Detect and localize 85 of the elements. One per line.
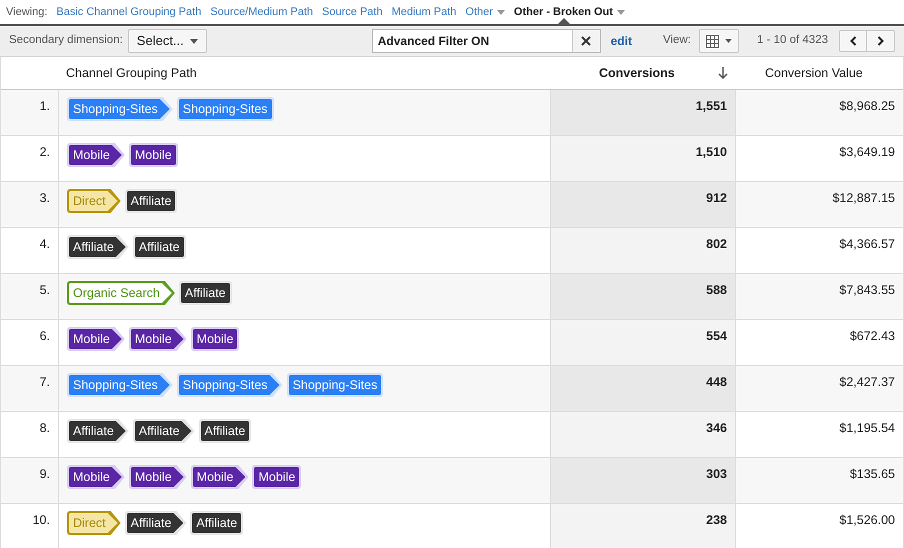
row-number: 8. bbox=[40, 421, 50, 435]
channel-tag: Mobile bbox=[67, 143, 125, 167]
view-type-dropdown[interactable] bbox=[698, 29, 740, 53]
channel-tag: Shopping-Sites bbox=[67, 373, 173, 397]
row-number: 3. bbox=[40, 191, 50, 205]
channel-tag: Mobile bbox=[190, 465, 248, 489]
table-cell: 802 bbox=[706, 237, 727, 251]
channel-tag: Shopping-Sites bbox=[67, 97, 173, 121]
column-header[interactable]: Channel Grouping Path bbox=[66, 64, 197, 82]
secondary-dimension-dropdown[interactable]: Select... bbox=[128, 29, 207, 53]
table-cell: $3,649.19 bbox=[839, 145, 895, 159]
view-tab[interactable]: Source/Medium Path bbox=[210, 0, 314, 24]
channel-tag: Direct bbox=[67, 189, 121, 213]
table-cell: $672.43 bbox=[850, 329, 895, 343]
secondary-dimension-label: Secondary dimension: bbox=[9, 33, 123, 48]
channel-tag: Mobile bbox=[67, 327, 125, 351]
table-cell: $4,366.57 bbox=[839, 237, 895, 251]
table-cell: 1,551 bbox=[696, 99, 727, 113]
previous-page-button[interactable] bbox=[839, 30, 867, 52]
channel-tag: Affiliate bbox=[132, 235, 186, 259]
table-cell: $12,887.15 bbox=[832, 191, 895, 205]
row-number: 10. bbox=[32, 513, 50, 527]
filter-field[interactable]: Advanced Filter ON bbox=[372, 29, 601, 53]
table-cell: 1,510 bbox=[696, 145, 727, 159]
channel-tag: Affiliate bbox=[198, 419, 252, 443]
column-header[interactable]: Conversion Value bbox=[765, 64, 863, 82]
channel-tag: Affiliate bbox=[132, 419, 195, 443]
next-page-button[interactable] bbox=[867, 30, 895, 52]
channel-tag: Organic Search bbox=[67, 281, 175, 305]
table-cell: 448 bbox=[706, 375, 727, 389]
row-number: 9. bbox=[40, 467, 50, 481]
row-number: 1. bbox=[40, 99, 50, 113]
view-tab[interactable]: Other - Broken Out bbox=[514, 0, 625, 24]
channel-tag: Affiliate bbox=[67, 419, 129, 443]
table-cell: 912 bbox=[706, 191, 727, 205]
table-cell: $2,427.37 bbox=[839, 375, 895, 389]
table-cell: 238 bbox=[706, 513, 727, 527]
channel-tag: Direct bbox=[67, 511, 121, 535]
view-tab[interactable]: Other bbox=[465, 0, 505, 24]
channel-tag: Mobile bbox=[128, 143, 178, 167]
caret-icon bbox=[724, 39, 732, 43]
column-header[interactable]: Conversions bbox=[599, 64, 675, 82]
row-number: 7. bbox=[40, 375, 50, 389]
channel-tag: Mobile bbox=[128, 327, 187, 351]
channel-tag: Shopping-Sites bbox=[176, 97, 274, 121]
table-cell: $8,968.25 bbox=[839, 99, 895, 113]
channel-tag: Mobile bbox=[252, 465, 302, 489]
row-number: 2. bbox=[40, 145, 50, 159]
view-tab[interactable]: Source Path bbox=[322, 0, 383, 24]
clear-filter-button[interactable] bbox=[572, 30, 600, 52]
row-number: 4. bbox=[40, 237, 50, 251]
caret-icon bbox=[616, 10, 625, 14]
page-range: 1 - 10 of 4323 bbox=[757, 33, 828, 48]
caret-icon bbox=[496, 10, 505, 14]
channel-tag: Affiliate bbox=[124, 511, 186, 535]
view-tab[interactable]: Basic Channel Grouping Path bbox=[56, 0, 202, 24]
channel-tag: Shopping-Sites bbox=[176, 373, 283, 397]
table-cell: $1,526.00 bbox=[839, 513, 895, 527]
channel-tag: Affiliate bbox=[124, 189, 178, 213]
channel-tag: Affiliate bbox=[190, 511, 244, 535]
channel-tag: Affiliate bbox=[178, 281, 232, 305]
table-cell: $1,195.54 bbox=[839, 421, 895, 435]
channel-tag: Mobile bbox=[67, 465, 125, 489]
view-label: View: bbox=[662, 33, 691, 48]
grid-icon bbox=[706, 34, 719, 48]
channel-tag: Shopping-Sites bbox=[286, 373, 384, 397]
caret-icon bbox=[190, 38, 198, 44]
viewing-label: Viewing: bbox=[6, 4, 48, 20]
table-cell: 554 bbox=[706, 329, 727, 343]
sort-descending-icon bbox=[718, 67, 728, 79]
chevron-left-icon bbox=[850, 36, 856, 46]
table-cell: $7,843.55 bbox=[839, 283, 895, 297]
table-cell: 303 bbox=[706, 467, 727, 481]
row-number: 5. bbox=[40, 283, 50, 297]
row-number: 6. bbox=[40, 329, 50, 343]
table-cell: $135.65 bbox=[850, 467, 895, 481]
view-tab[interactable]: Medium Path bbox=[392, 0, 456, 24]
edit-link[interactable]: edit bbox=[610, 32, 632, 50]
table-cell: 588 bbox=[706, 283, 727, 297]
channel-tag: Mobile bbox=[128, 465, 187, 489]
table-cell: 346 bbox=[706, 421, 727, 435]
channel-tag: Mobile bbox=[190, 327, 240, 351]
close-icon bbox=[581, 36, 592, 46]
channel-tag: Affiliate bbox=[67, 235, 129, 259]
chevron-right-icon bbox=[877, 36, 884, 46]
